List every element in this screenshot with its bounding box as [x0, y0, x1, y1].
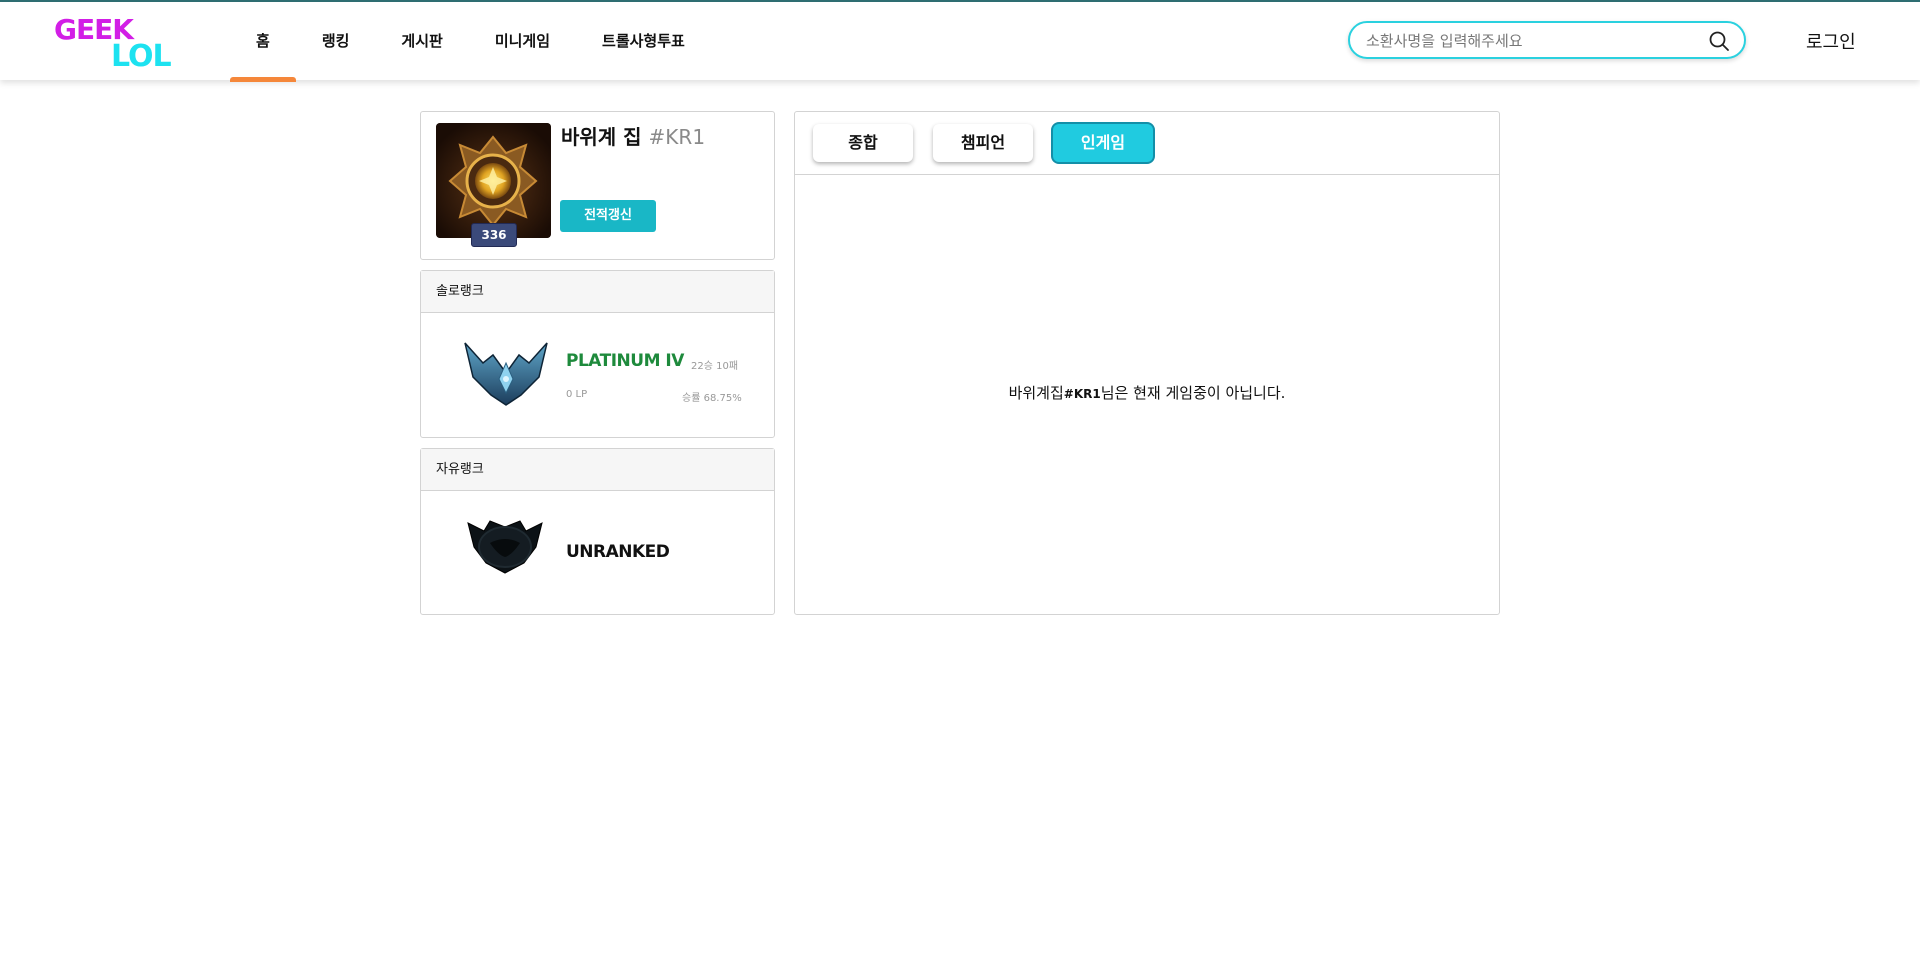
logo-text-lol: LOL	[111, 39, 172, 74]
summoner-name: 바위계 집 #KR1	[561, 124, 705, 150]
solo-lp: 0 LP	[566, 389, 588, 400]
solo-win-rate: 승률 68.75%	[682, 393, 742, 404]
solo-tier: PLATINUM IV	[566, 351, 684, 371]
detail-tabs: 종합 챔피언 인게임	[795, 112, 1499, 175]
ingame-summoner-tag: #KR1	[1063, 387, 1101, 401]
solo-rank-card: 솔로랭크 PLATINUM IV 22승 10패 0 LP 승률 68.75%	[420, 270, 775, 438]
solo-win-loss: 22승 10패	[691, 361, 739, 372]
tab-ingame[interactable]: 인게임	[1053, 124, 1153, 162]
summoner-tag: #KR1	[648, 125, 706, 149]
search-input[interactable]	[1364, 29, 1698, 53]
main-nav: 홈 랭킹 게시판 미니게임 트롤사형투표	[230, 2, 711, 82]
login-button[interactable]: 로그인	[1806, 28, 1856, 54]
nav-board[interactable]: 게시판	[375, 2, 468, 80]
profile-emblem-icon	[436, 123, 551, 238]
nav-home[interactable]: 홈	[230, 2, 296, 82]
unranked-emblem-icon	[467, 520, 543, 574]
platinum-emblem-icon	[464, 342, 548, 406]
solo-rank-title: 솔로랭크	[421, 271, 774, 313]
summoner-search-box	[1348, 21, 1746, 59]
ingame-status-message: 바위계집#KR1님은 현재 게임중이 아닙니다.	[795, 382, 1499, 403]
detail-panel: 종합 챔피언 인게임 바위계집#KR1님은 현재 게임중이 아닙니다.	[794, 111, 1500, 615]
tab-champion[interactable]: 챔피언	[933, 124, 1033, 162]
summoner-level-badge: 336	[471, 223, 517, 247]
summoner-name-text: 바위계 집	[561, 125, 642, 149]
nav-troll-vote[interactable]: 트롤사형투표	[576, 2, 711, 80]
search-icon[interactable]	[1708, 30, 1730, 52]
profile-card: 336 바위계 집 #KR1 전적갱신	[420, 111, 775, 260]
tab-overview[interactable]: 종합	[813, 124, 913, 162]
ingame-status-text: 님은 현재 게임중이 아닙니다.	[1100, 384, 1286, 402]
refresh-record-button[interactable]: 전적갱신	[560, 200, 656, 232]
nav-ranking[interactable]: 랭킹	[296, 2, 376, 80]
top-header: GEEK LOL 홈 랭킹 게시판 미니게임 트롤사형투표 로그인	[0, 2, 1920, 82]
flex-rank-title: 자유랭크	[421, 449, 774, 491]
profile-icon-wrap: 336	[436, 123, 551, 247]
nav-minigame[interactable]: 미니게임	[469, 2, 576, 80]
ingame-summoner-name: 바위계집	[1008, 384, 1064, 402]
geeklol-logo[interactable]: GEEK LOL	[54, 16, 174, 74]
flex-rank-card: 자유랭크 UNRANKED	[420, 448, 775, 615]
flex-tier: UNRANKED	[566, 542, 670, 562]
